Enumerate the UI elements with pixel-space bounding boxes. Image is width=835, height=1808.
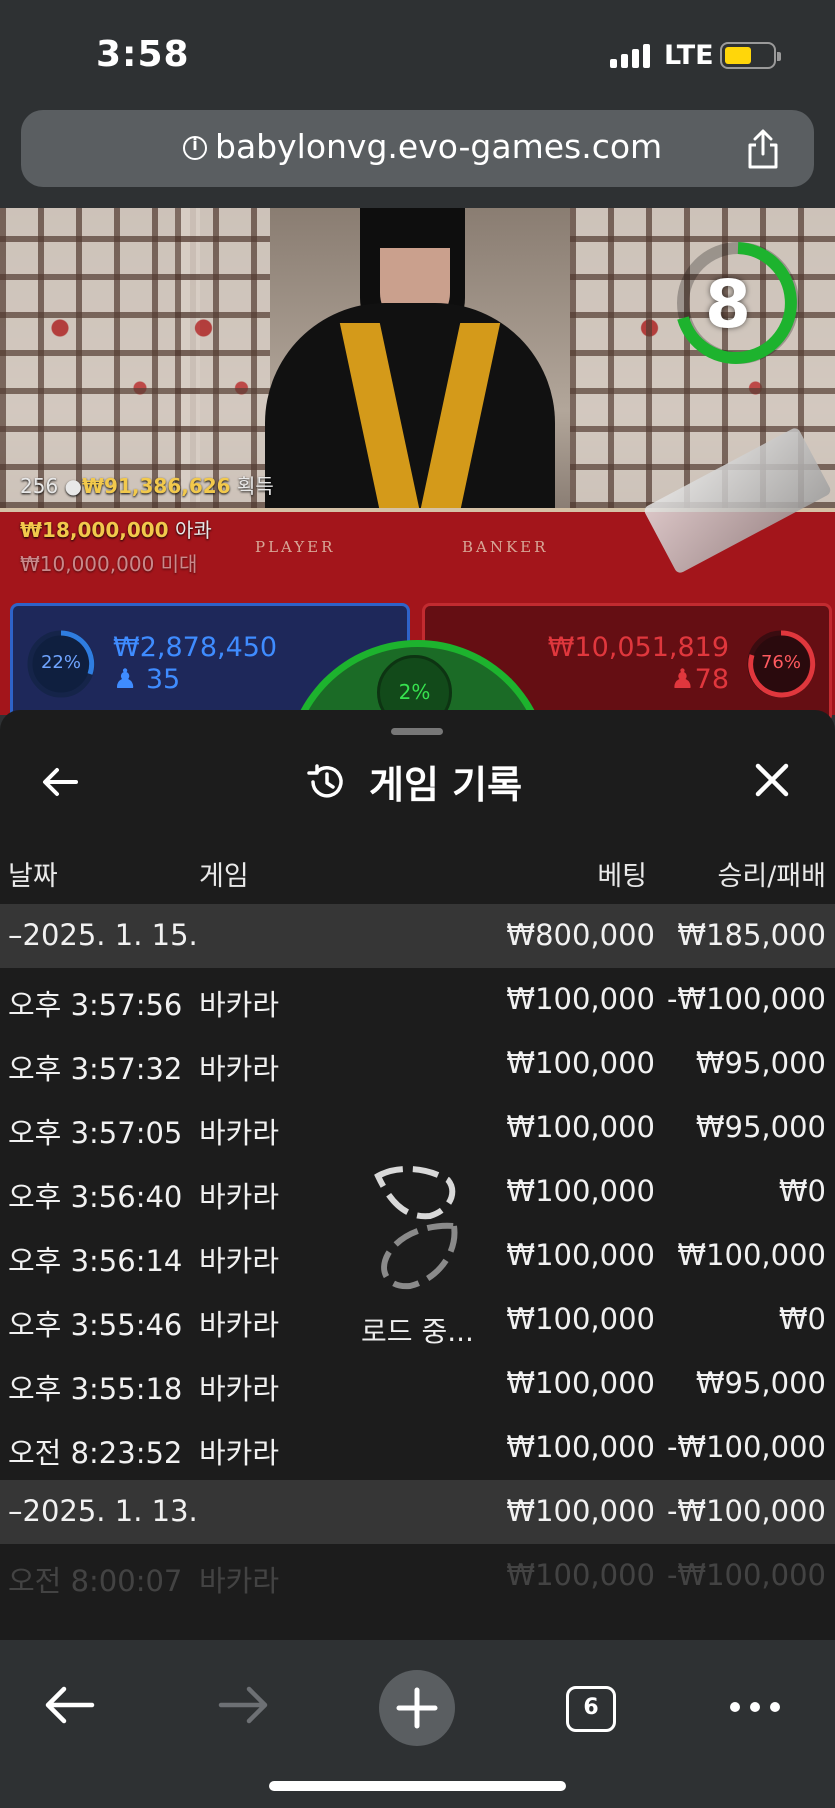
address-bar[interactable]: babylonvg.evo-games.com [21, 110, 814, 187]
stats-line-2: ₩18,000,000 아콰 [20, 518, 212, 542]
more-icon[interactable] [727, 1692, 783, 1722]
group-total-bet: ₩800,000 [506, 918, 655, 952]
network-type: LTE [664, 40, 714, 71]
history-row[interactable]: 오후 3:55:18 바카라 ₩100,000 ₩95,000 [0, 1352, 835, 1416]
row-game: 바카라 [199, 1180, 280, 1214]
group-total-win: ₩185,000 [677, 918, 826, 952]
plus-icon [396, 1687, 438, 1729]
row-win: ₩95,000 [695, 1366, 826, 1400]
player-percent: 22% [40, 652, 81, 673]
sheet-title: 게임 기록 [369, 763, 523, 807]
tabs-button[interactable]: 6 [566, 1686, 616, 1732]
browser-back-icon[interactable] [40, 1680, 100, 1730]
felt-player-label: PLAYER [255, 538, 336, 556]
stats-line-1: 256 ●₩91,386,626 획득 [20, 474, 274, 498]
row-time: 오후 3:57:56 [8, 988, 183, 1022]
row-game: 바카라 [199, 1372, 280, 1406]
date-group-row[interactable]: –2025. 1. 13. ₩100,000 -₩100,000 [0, 1480, 835, 1544]
row-time: 오전 8:23:52 [8, 1436, 183, 1470]
row-bet: ₩100,000 [506, 1110, 655, 1144]
sheet-header: 게임 기록 [305, 754, 522, 809]
column-header-game: 게임 [199, 861, 249, 892]
banker-bet-amount: ₩10,051,819 [547, 632, 729, 663]
group-total-win: -₩100,000 [666, 1494, 826, 1528]
felt-banker-label: BANKER [462, 538, 549, 556]
row-bet: ₩100,000 [506, 1366, 655, 1400]
banker-percent: 76% [760, 652, 801, 673]
row-time: 오후 3:56:14 [8, 1244, 183, 1278]
row-win: ₩95,000 [695, 1110, 826, 1144]
player-bettor-count: ♟ 35 [113, 664, 181, 695]
row-win: -₩100,000 [666, 1430, 826, 1464]
history-clock-icon [307, 763, 343, 798]
game-history-sheet: 게임 기록 날짜 게임 베팅 승리/패배 –2025. 1. 15. ₩800,… [0, 710, 835, 1640]
player-bet-amount: ₩2,878,450 [113, 632, 278, 663]
status-bar: 3:58 LTE [0, 0, 835, 110]
banker-bettor-count: ♟78 [670, 664, 729, 695]
row-game: 바카라 [199, 1244, 280, 1278]
history-row[interactable]: 오전 8:00:07 바카라 ₩100,000 -₩100,000 [0, 1544, 835, 1608]
group-date: –2025. 1. 15. [8, 918, 198, 952]
column-header-bet: 베팅 [597, 861, 647, 892]
row-game: 바카라 [199, 1564, 280, 1598]
column-header-date: 날짜 [8, 861, 58, 892]
history-row[interactable]: 오후 3:57:32 바카라 ₩100,000 ₩95,000 [0, 1032, 835, 1096]
row-win: -₩100,000 [666, 1558, 826, 1592]
arrow-left-icon[interactable] [40, 762, 80, 802]
row-win: ₩95,000 [695, 1046, 826, 1080]
row-win: -₩100,000 [666, 982, 826, 1016]
row-time: 오후 3:57:05 [8, 1116, 183, 1150]
row-time: 오후 3:55:18 [8, 1372, 183, 1406]
person-icon: ♟ [670, 664, 695, 695]
url-text[interactable]: babylonvg.evo-games.com [215, 127, 662, 166]
stats-line-3: ₩10,000,000 미대 [20, 552, 198, 576]
history-row[interactable]: 오후 3:57:05 바카라 ₩100,000 ₩95,000 [0, 1096, 835, 1160]
share-icon[interactable] [743, 128, 783, 170]
status-time: 3:58 [96, 34, 190, 75]
browser-toolbar: 6 [0, 1640, 835, 1808]
loading-text: 로드 중... [361, 1315, 474, 1348]
signal-icon [610, 44, 650, 68]
row-bet: ₩100,000 [506, 1238, 655, 1272]
row-time: 오후 3:55:46 [8, 1308, 183, 1342]
browser-forward-icon[interactable] [213, 1680, 273, 1730]
row-bet: ₩100,000 [506, 1558, 655, 1592]
row-win: ₩0 [778, 1174, 826, 1208]
row-win: ₩0 [778, 1302, 826, 1336]
group-total-bet: ₩100,000 [506, 1494, 655, 1528]
row-time: 오후 3:56:40 [8, 1180, 183, 1214]
row-game: 바카라 [199, 1116, 280, 1150]
column-header-win-loss: 승리/패배 [717, 861, 826, 892]
info-icon[interactable] [183, 135, 207, 160]
history-row[interactable]: 오후 3:57:56 바카라 ₩100,000 -₩100,000 [0, 968, 835, 1032]
row-bet: ₩100,000 [506, 982, 655, 1016]
sheet-grabber[interactable] [391, 728, 443, 735]
row-game: 바카라 [199, 988, 280, 1022]
tie-percent: 2% [398, 680, 431, 704]
history-row[interactable]: 오전 8:23:52 바카라 ₩100,000 -₩100,000 [0, 1416, 835, 1480]
person-icon: ♟ [113, 664, 138, 695]
battery-icon [720, 42, 781, 69]
row-win: ₩100,000 [677, 1238, 826, 1272]
row-time: 오전 8:00:07 [8, 1564, 183, 1598]
date-group-row[interactable]: –2025. 1. 15. ₩800,000 ₩185,000 [0, 904, 835, 968]
row-game: 바카라 [199, 1308, 280, 1342]
row-game: 바카라 [199, 1436, 280, 1470]
loading-spinner-icon [374, 1165, 458, 1290]
close-icon[interactable] [752, 760, 792, 800]
row-time: 오후 3:57:32 [8, 1052, 183, 1086]
row-bet: ₩100,000 [506, 1046, 655, 1080]
home-indicator [269, 1781, 566, 1791]
group-date: –2025. 1. 13. [8, 1494, 198, 1528]
row-bet: ₩100,000 [506, 1174, 655, 1208]
new-tab-button[interactable] [379, 1670, 455, 1746]
countdown-timer: 8 [705, 266, 751, 343]
row-game: 바카라 [199, 1052, 280, 1086]
row-bet: ₩100,000 [506, 1430, 655, 1464]
